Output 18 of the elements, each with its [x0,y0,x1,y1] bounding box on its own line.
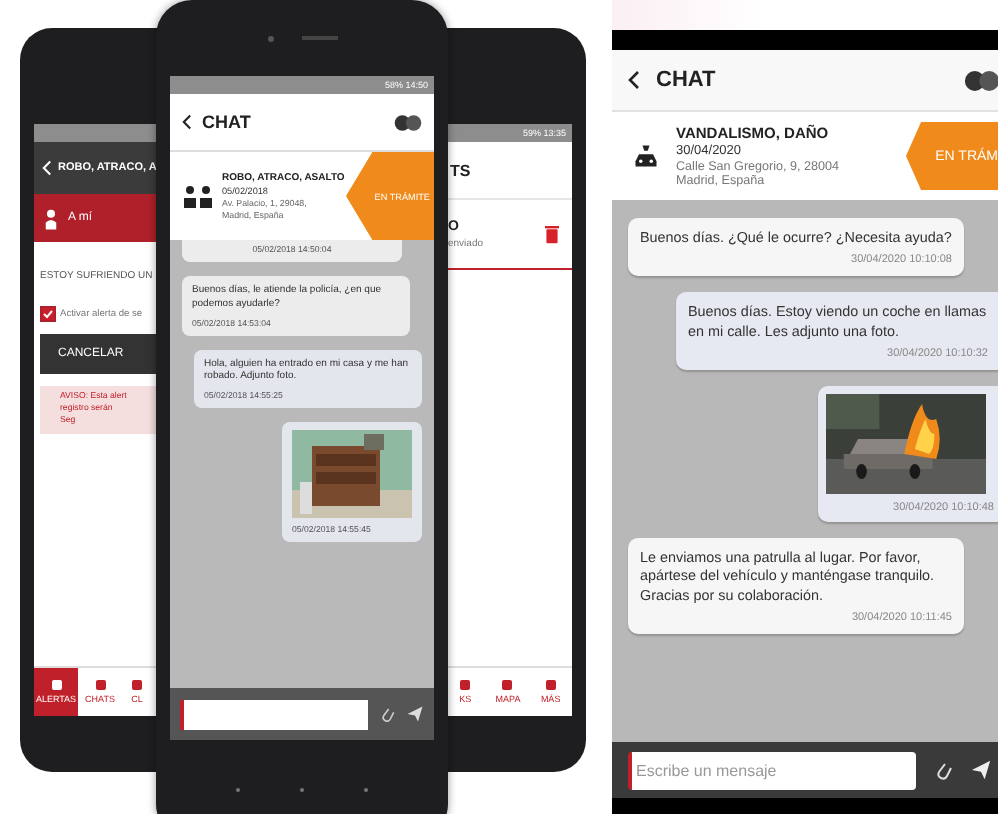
back-icon[interactable] [628,70,640,90]
status-bar [34,124,156,142]
header-title: TS [450,161,471,179]
paperclip-icon[interactable] [378,704,396,724]
send-icon[interactable] [406,704,424,724]
people-icon [182,184,214,208]
trash-icon[interactable] [544,224,560,244]
car-icon [632,142,660,170]
person-icon [44,207,58,229]
checkbox[interactable] [40,306,56,322]
logo-icon [964,69,998,91]
back-icon[interactable] [182,114,192,130]
send-icon[interactable] [970,758,992,782]
paperclip-icon[interactable] [932,758,954,782]
screen-title: CHAT [202,112,253,132]
logo-icon [394,113,422,131]
screen-title: CHAT [656,68,718,92]
message-input[interactable] [180,699,368,729]
